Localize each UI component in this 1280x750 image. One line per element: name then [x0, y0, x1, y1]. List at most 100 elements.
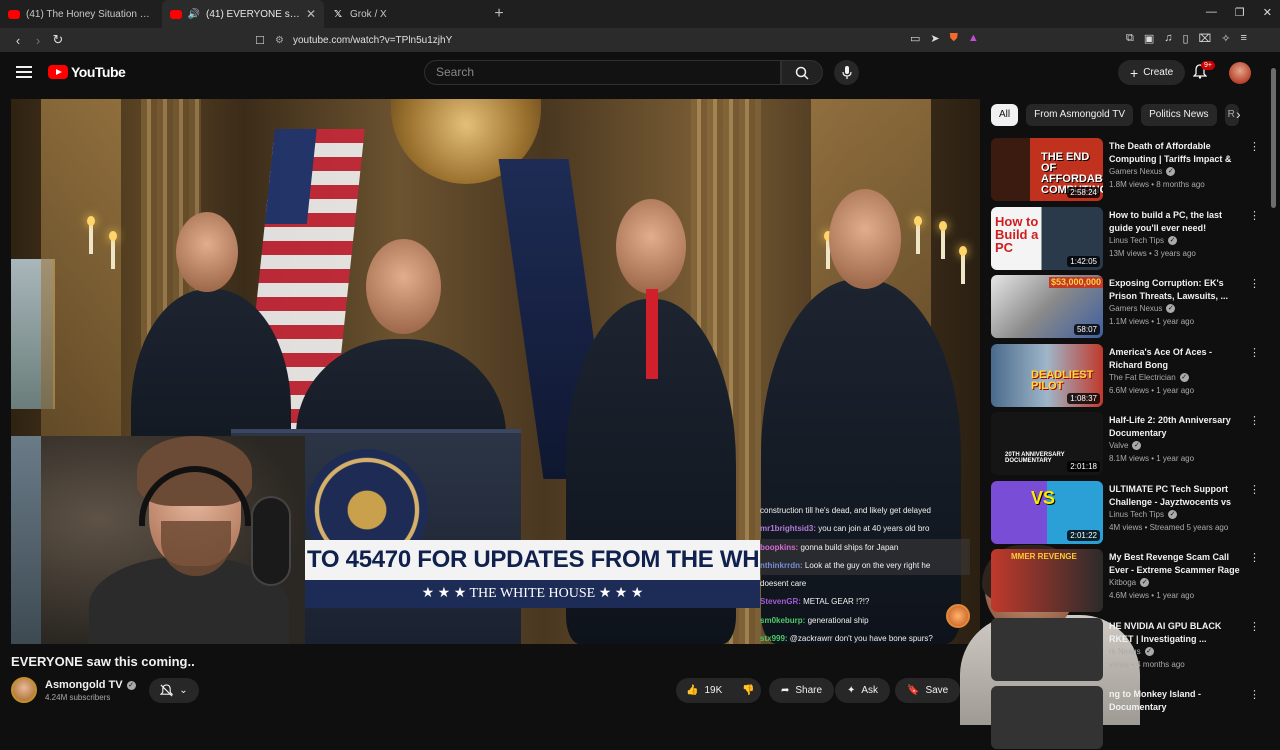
more-actions-icon[interactable]: ⋮	[1249, 140, 1260, 153]
recommended-channel[interactable]: Kitboga ✓	[1109, 578, 1150, 588]
close-tab-icon[interactable]: ✕	[306, 7, 316, 21]
recommended-video-meta: 1.8M views • 8 months ago	[1109, 180, 1205, 189]
dislike-button[interactable]: 👎	[732, 678, 764, 703]
recommended-channel[interactable]: Linus Tech Tips ✓	[1109, 510, 1177, 519]
recommended-video[interactable]: MMER REVENGE My Best Revenge Scam Call Ev…	[991, 549, 1261, 613]
video-thumbnail[interactable]: $53,000,000 58:07	[991, 275, 1103, 338]
recommended-channel[interactable]: Linus Tech Tips ✓	[1109, 236, 1177, 245]
search-input[interactable]: Search	[424, 60, 781, 85]
video-thumbnail[interactable]: VS 2:01:22	[991, 480, 1103, 544]
video-player[interactable]: TO 45470 FOR UPDATES FROM THE WHI ★ ★ ★ …	[11, 99, 980, 644]
more-actions-icon[interactable]: ⋮	[1249, 688, 1260, 701]
red-tie	[646, 289, 658, 379]
more-actions-icon[interactable]: ⋮	[1249, 277, 1260, 290]
search-button[interactable]	[781, 60, 823, 85]
youtube-logo[interactable]: YouTube	[48, 64, 126, 80]
recommended-channel[interactable]: The Fat Electrician ✓	[1109, 373, 1189, 382]
create-label: Create	[1143, 67, 1174, 78]
recommended-video[interactable]: ng to Monkey Island - Documentary ⋮	[991, 686, 1261, 750]
site-info-icon[interactable]: ⚙	[275, 35, 293, 46]
share-button[interactable]: ➦ Share	[769, 678, 835, 703]
like-button[interactable]: 👍 19K	[676, 678, 732, 703]
recommended-video-title[interactable]: ng to Monkey Island - Documentary	[1109, 688, 1241, 714]
reload-icon[interactable]: ↻	[48, 32, 68, 48]
video-thumbnail[interactable]: DEADLIEST PILOT 1:08:37	[991, 343, 1103, 407]
wallet-icon[interactable]: ▣	[1144, 32, 1154, 45]
recommended-channel[interactable]: Valve ✓	[1109, 441, 1142, 451]
recommended-video[interactable]: HE NVIDIA AI GPU BLACK RKET | Investigat…	[991, 617, 1261, 682]
new-tab-button[interactable]: +	[486, 5, 512, 23]
chip-all[interactable]: All	[991, 104, 1019, 126]
more-actions-icon[interactable]: ⋮	[1249, 551, 1260, 564]
toolbar-extensions: ⧉ ▣ ♫ ▯ ⌧ ✧ ≡	[1126, 32, 1247, 45]
recommended-video-title[interactable]: America's Ace Of Aces - Richard Bong	[1109, 346, 1241, 372]
channel-name[interactable]: Asmongold TV ✓	[45, 679, 136, 691]
forward-icon[interactable]: ›	[28, 33, 48, 48]
video-thumbnail[interactable]: THE END OF AFFORDABLE COMPUTING2:58:24	[991, 138, 1103, 201]
chip-from-asmongold-tv[interactable]: From Asmongold TV	[1026, 104, 1134, 126]
verified-icon: ✓	[1166, 167, 1176, 177]
brave-shield-icon[interactable]: ⛊	[950, 32, 958, 45]
browser-tab-2[interactable]: 🔊 (41) EVERYONE saw this c... ✕	[162, 0, 324, 28]
recommended-video-title[interactable]: The Death of Affordable Computing | Tari…	[1109, 140, 1241, 166]
browser-menu-icon[interactable]: ≡	[1240, 32, 1246, 45]
recommended-video-title[interactable]: HE NVIDIA AI GPU BLACK RKET | Investigat…	[1109, 620, 1241, 646]
chevron-right-icon[interactable]: ›	[1236, 106, 1241, 122]
filter-chips: All From Asmongold TV Politics News R	[991, 104, 1239, 126]
recommended-video-title[interactable]: Exposing Corruption: EK's Prison Threats…	[1109, 277, 1241, 303]
close-window-icon[interactable]: ✕	[1263, 6, 1272, 19]
video-thumbnail[interactable]: MMER REVENGE	[991, 549, 1103, 612]
send-icon[interactable]: ➤	[930, 32, 939, 45]
more-actions-icon[interactable]: ⋮	[1249, 620, 1260, 633]
more-actions-icon[interactable]: ⋮	[1249, 483, 1260, 496]
screenshot-icon[interactable]: ⌧	[1199, 32, 1212, 45]
hamburger-menu-icon[interactable]	[16, 66, 32, 78]
channel-avatar[interactable]	[11, 677, 37, 703]
ask-button[interactable]: ✦ Ask	[835, 678, 891, 703]
recommended-video-title[interactable]: Half-Life 2: 20th Anniversary Documentar…	[1109, 414, 1241, 440]
save-button[interactable]: 🔖 Save	[895, 678, 961, 703]
tab-title: Grok / X	[350, 8, 387, 20]
rewards-icon[interactable]: ▲	[968, 32, 979, 45]
recommended-channel[interactable]: rs Nexus ✓	[1109, 647, 1154, 656]
verified-icon: ✓	[126, 680, 136, 690]
maximize-icon[interactable]: ❐	[1235, 6, 1245, 19]
recommended-video[interactable]: DEADLIEST PILOT 1:08:37 America's Ace Of A…	[991, 343, 1261, 408]
extensions-icon[interactable]: ⧉	[1126, 32, 1134, 45]
minimize-icon[interactable]: —	[1206, 6, 1217, 19]
create-button[interactable]: + Create	[1118, 60, 1186, 85]
chip-politics-news[interactable]: Politics News	[1141, 104, 1217, 126]
recommended-video[interactable]: How to Build a PC 1:42:05 How to build a P…	[991, 206, 1261, 271]
subscribed-button[interactable]: ⌄	[149, 678, 199, 703]
url-field[interactable]: ☐ ⚙ youtube.com/watch?v=TPln5u1zjhY	[255, 31, 1000, 49]
more-actions-icon[interactable]: ⋮	[1249, 414, 1260, 427]
recommended-channel[interactable]: Gamers Nexus ✓	[1109, 304, 1176, 314]
more-actions-icon[interactable]: ⋮	[1249, 209, 1260, 222]
recommended-video[interactable]: VS 2:01:22 ULTIMATE PC Tech Support Challe…	[991, 480, 1261, 545]
cast-icon[interactable]: ▭	[910, 32, 920, 45]
video-thumbnail[interactable]: 20TH ANNIVERSARY DOCUMENTARY 2:01:18	[991, 412, 1103, 475]
video-thumbnail[interactable]: How to Build a PC 1:42:05	[991, 206, 1103, 270]
leo-icon[interactable]: ✧	[1221, 32, 1230, 45]
recommended-video[interactable]: THE END OF AFFORDABLE COMPUTING2:58:24Th…	[991, 138, 1261, 202]
more-actions-icon[interactable]: ⋮	[1249, 346, 1260, 359]
browser-tab-1[interactable]: (41) The Honey Situation Keeps ...	[0, 0, 162, 28]
recommended-video-title[interactable]: My Best Revenge Scam Call Ever - Extreme…	[1109, 551, 1241, 577]
music-icon[interactable]: ♫	[1164, 32, 1172, 45]
recommended-channel-name: Linus Tech Tips	[1109, 509, 1164, 519]
thumbnail-text: DEADLIEST PILOT	[1031, 368, 1094, 392]
back-icon[interactable]: ‹	[8, 33, 28, 48]
recommended-video-title[interactable]: ULTIMATE PC Tech Support Challenge - Jay…	[1109, 483, 1241, 509]
voice-search-button[interactable]	[834, 60, 859, 85]
browser-tab-3[interactable]: 𝕏 Grok / X	[324, 0, 486, 28]
recommended-video-title[interactable]: How to build a PC, the last guide you'll…	[1109, 209, 1241, 235]
page-scrollbar[interactable]	[1271, 68, 1276, 208]
recommended-channel[interactable]: Gamers Nexus ✓	[1109, 167, 1176, 177]
sidebar-icon[interactable]: ▯	[1183, 32, 1189, 45]
recommended-video[interactable]: $53,000,000 58:07 Exposing Corruption: EK'…	[991, 275, 1261, 339]
video-thumbnail[interactable]	[991, 617, 1103, 681]
video-thumbnail[interactable]	[991, 686, 1103, 749]
account-avatar[interactable]	[1229, 62, 1251, 84]
bookmark-icon[interactable]: ☐	[255, 34, 275, 47]
recommended-video[interactable]: 20TH ANNIVERSARY DOCUMENTARY 2:01:18 Half-…	[991, 412, 1261, 476]
